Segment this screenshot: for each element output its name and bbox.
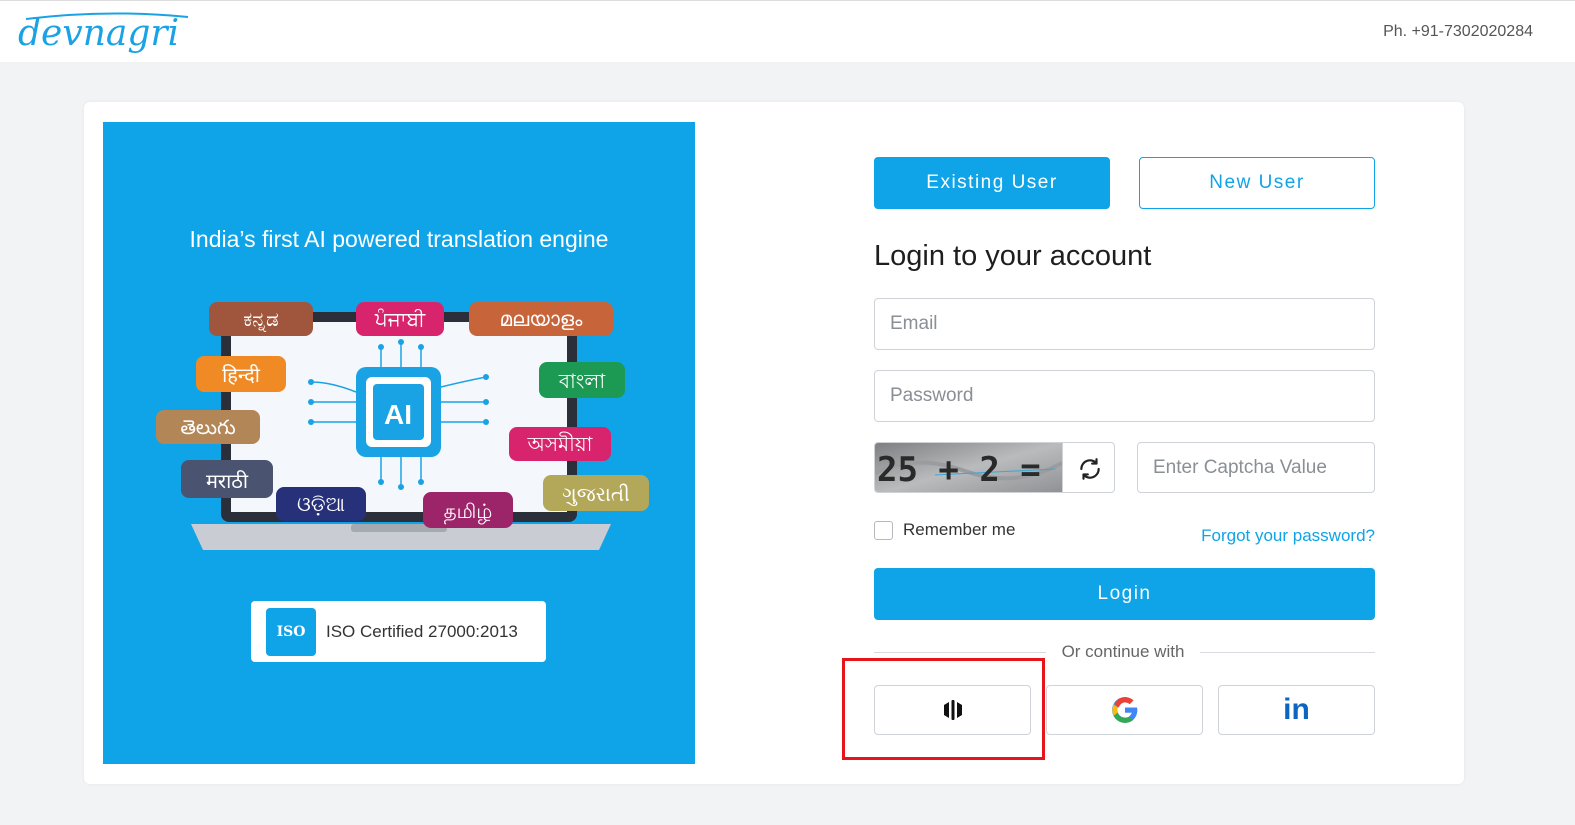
svg-text:தமிழ்: தமிழ் <box>444 499 493 524</box>
svg-text:বাংলা: বাংলা <box>558 369 606 393</box>
svg-text:ਪੰਜਾਬੀ: ਪੰਜਾਬੀ <box>374 307 426 331</box>
login-heading: Login to your account <box>874 240 1152 272</box>
remember-me: Remember me <box>874 520 1015 540</box>
svg-text:हिन्दी: हिन्दी <box>222 363 261 387</box>
svg-text:ગુજરાતી: ગુજરાતી <box>562 482 630 506</box>
divider-right <box>1200 652 1375 653</box>
laptop-illustration: AI ಕನ್ನಡ ਪੰਜਾਬੀ മലയാളം हिन्दी বাংলা తెలు… <box>156 302 649 550</box>
svg-text:অসমীয়া: অসমীয়া <box>527 432 594 456</box>
tab-existing-user[interactable]: Existing User <box>874 157 1110 209</box>
captcha-image: 25 + 2 = <box>875 443 1062 492</box>
iso-certification-badge: ISO ISO Certified 27000:2013 <box>251 601 546 662</box>
divider-left <box>874 652 1046 653</box>
phone-number: Ph. +91-7302020284 <box>1383 23 1533 40</box>
svg-text:ಕನ್ನಡ: ಕನ್ನಡ <box>243 307 279 332</box>
svg-text:తెలుగు: తెలుగు <box>180 415 235 439</box>
iso-icon: ISO <box>266 608 316 656</box>
captcha-input[interactable] <box>1137 442 1375 493</box>
iso-text: ISO Certified 27000:2013 <box>326 622 518 641</box>
email-field[interactable] <box>874 298 1375 350</box>
linkedin-login-button[interactable]: in <box>1218 685 1375 735</box>
svg-text:devnagri: devnagri <box>18 13 179 54</box>
svg-text:മലയാളം: മലയാളം <box>500 307 583 331</box>
promo-panel: India’s first AI powered translation eng… <box>103 122 695 764</box>
refresh-captcha-button[interactable] <box>1062 443 1114 492</box>
refresh-icon <box>1079 457 1100 480</box>
remember-me-label: Remember me <box>903 520 1016 539</box>
google-icon <box>1111 697 1137 723</box>
svg-text:ଓଡ଼ିଆ: ଓଡ଼ିଆ <box>297 492 345 516</box>
login-button[interactable]: Login <box>874 568 1375 620</box>
brand-logo-icon <box>943 700 962 720</box>
forgot-password-link[interactable]: Forgot your password? <box>1201 526 1375 546</box>
google-login-button[interactable] <box>1046 685 1203 735</box>
svg-text:25 + 2 =: 25 + 2 = <box>877 450 1041 490</box>
remember-me-checkbox[interactable] <box>874 520 893 540</box>
svg-text:मराठी: मराठी <box>206 469 249 493</box>
or-continue-with: Or continue with <box>1061 642 1185 661</box>
svg-text:AI: AI <box>384 399 412 430</box>
password-field[interactable] <box>874 370 1375 422</box>
tab-new-user[interactable]: New User <box>1139 157 1375 209</box>
devnagri-logo[interactable]: devnagri <box>16 5 196 59</box>
top-bar: devnagri Ph. +91-7302020284 <box>0 0 1575 62</box>
linkedin-icon: in <box>1283 693 1310 726</box>
captcha-box: 25 + 2 = <box>874 442 1115 493</box>
promo-title: India’s first AI powered translation eng… <box>189 226 609 252</box>
social-login-brand-button[interactable] <box>874 685 1031 735</box>
